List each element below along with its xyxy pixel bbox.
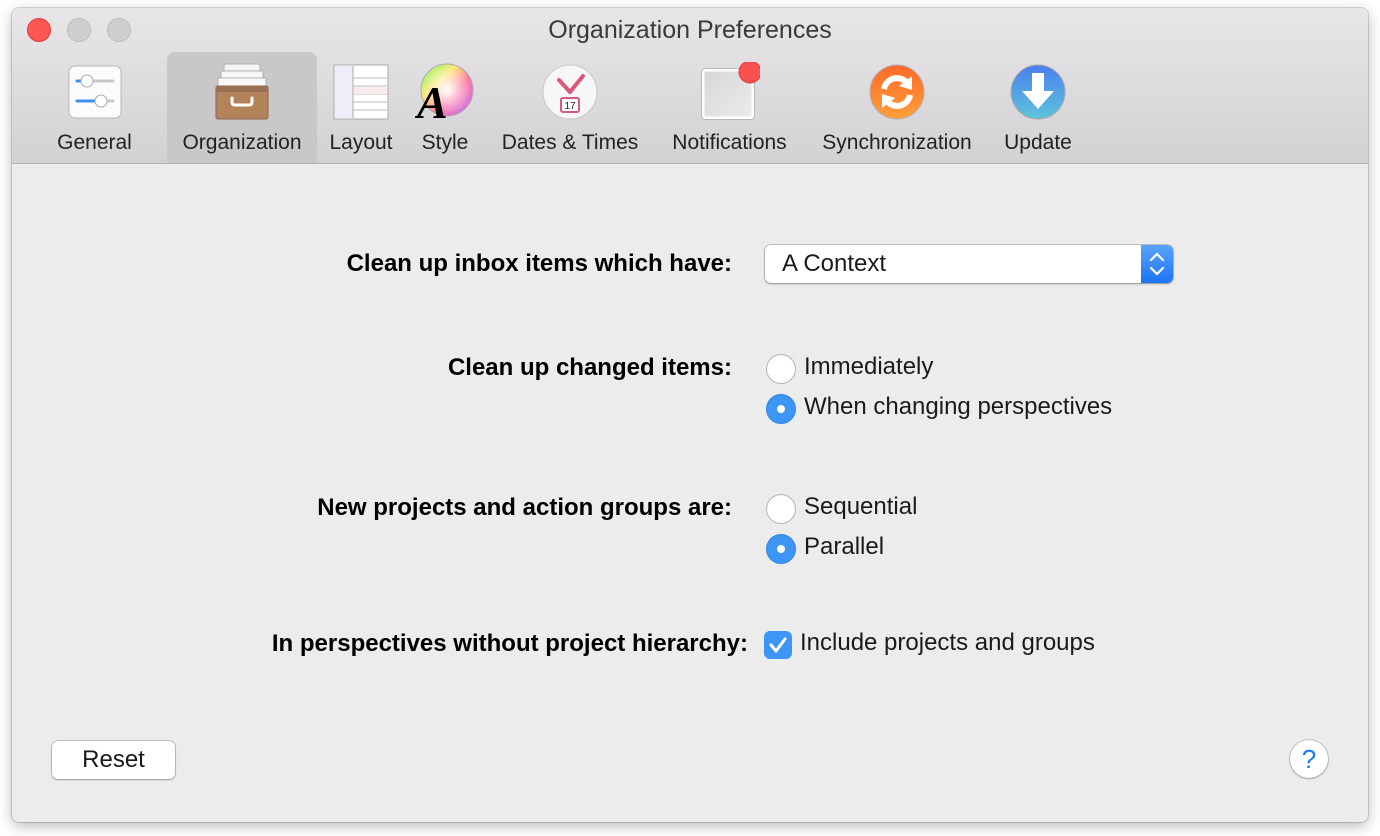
- radio-when-changing-perspectives[interactable]: When changing perspectives: [766, 393, 1166, 425]
- radio-sequential[interactable]: Sequential: [766, 493, 946, 525]
- tab-label: Style: [421, 131, 469, 154]
- preferences-content: Clean up inbox items which have: A Conte…: [12, 164, 1368, 822]
- help-button[interactable]: ?: [1290, 740, 1328, 778]
- radio-button-checked[interactable]: [766, 394, 796, 424]
- notification-badge-icon: [700, 60, 761, 122]
- tab-label: Update: [1004, 131, 1072, 154]
- radio-button-unchecked[interactable]: [766, 354, 796, 384]
- tab-label: Dates & Times: [501, 131, 639, 154]
- font-color-wheel-icon: A: [414, 62, 475, 128]
- checkmark-icon: [769, 637, 787, 653]
- title-toolbar: Organization Preferences General Organiz…: [12, 8, 1368, 164]
- tab-label: Layout: [329, 131, 393, 154]
- popup-stepper-icon: [1141, 245, 1173, 283]
- changed-items-label: Clean up changed items:: [447, 354, 732, 381]
- clock-calendar-icon: 17: [540, 62, 600, 122]
- radio-button-checked[interactable]: [766, 534, 796, 564]
- tab-style[interactable]: A Style: [407, 52, 483, 163]
- download-arrow-icon: [1008, 62, 1068, 122]
- tab-synchronization[interactable]: Synchronization: [807, 52, 987, 163]
- sync-icon: [867, 62, 927, 122]
- tab-layout[interactable]: Layout: [322, 52, 400, 163]
- radio-parallel[interactable]: Parallel: [766, 533, 916, 565]
- tab-label: Synchronization: [822, 131, 972, 154]
- inbox-cleanup-popup[interactable]: A Context: [765, 245, 1173, 283]
- tab-notifications[interactable]: Notifications: [657, 52, 802, 163]
- window-title: Organization Preferences: [548, 16, 832, 44]
- tab-label: General: [57, 131, 132, 154]
- tab-dates-times[interactable]: 17 Dates & Times: [490, 52, 650, 163]
- radio-label: Immediately: [804, 353, 934, 380]
- layout-icon: [331, 62, 391, 122]
- perspectives-label: In perspectives without project hierarch…: [271, 630, 748, 657]
- tab-general[interactable]: General: [42, 52, 147, 163]
- inbox-cleanup-label: Clean up inbox items which have:: [346, 250, 732, 277]
- file-drawer-icon: [212, 62, 272, 122]
- preferences-window: Organization Preferences General Organiz…: [12, 8, 1368, 822]
- tab-label: Notifications: [672, 131, 787, 154]
- radio-immediately[interactable]: Immediately: [766, 353, 966, 385]
- checkbox-label: Include projects and groups: [800, 629, 1095, 656]
- help-icon: ?: [1301, 744, 1317, 774]
- tab-organization[interactable]: Organization: [167, 52, 317, 163]
- sliders-icon: [65, 62, 125, 122]
- tab-label: Organization: [182, 131, 302, 154]
- include-projects-checkbox-row[interactable]: Include projects and groups: [764, 629, 1154, 661]
- radio-label: When changing perspectives: [804, 393, 1113, 420]
- include-projects-checkbox[interactable]: [764, 631, 792, 659]
- tab-update[interactable]: Update: [994, 52, 1082, 163]
- reset-button[interactable]: Reset: [52, 741, 175, 779]
- radio-label: Parallel: [804, 533, 885, 560]
- radio-button-unchecked[interactable]: [766, 494, 796, 524]
- radio-label: Sequential: [804, 493, 918, 520]
- new-projects-label: New projects and action groups are:: [317, 494, 732, 521]
- popup-selected-value: A Context: [782, 250, 887, 277]
- svg-text:A: A: [415, 77, 448, 122]
- calendar-day: 17: [564, 101, 576, 112]
